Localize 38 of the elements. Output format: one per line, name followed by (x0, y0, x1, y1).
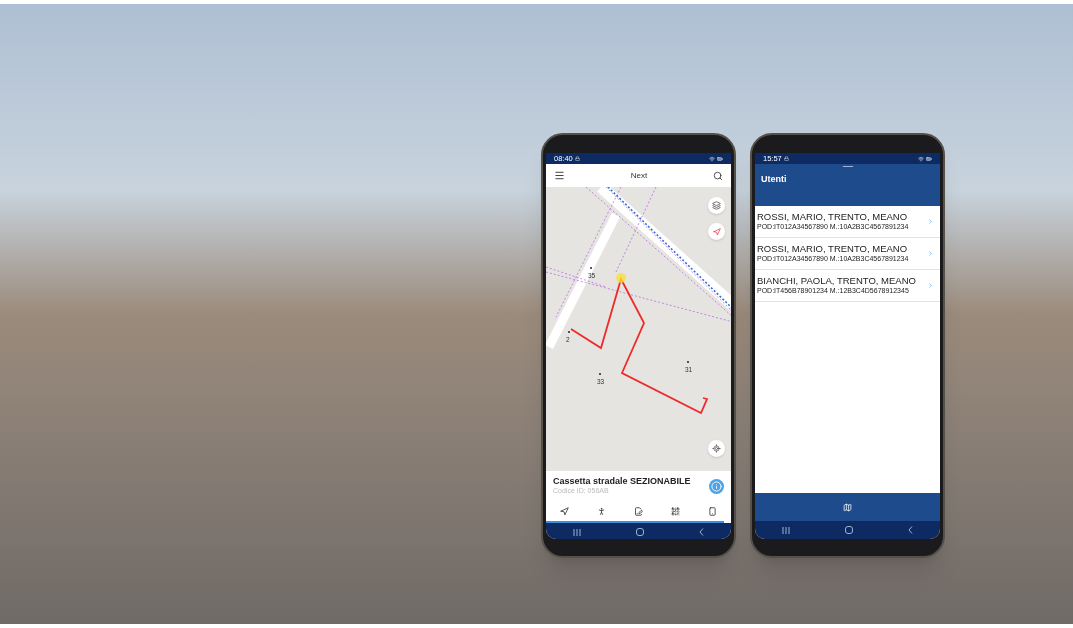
info-button[interactable] (709, 478, 724, 494)
map-icon[interactable] (843, 502, 852, 512)
home-icon[interactable] (636, 528, 644, 536)
info-icon (711, 480, 722, 492)
user-name: BIANCHI, PAOLA, TRENTO, MEANO (757, 275, 916, 288)
battery-icon (926, 155, 932, 162)
chevron-icon (927, 218, 934, 225)
user-name: ROSSI, MARIO, TRENTO, MEANO (757, 211, 909, 224)
recent-apps-icon[interactable] (573, 528, 582, 536)
chevron-icon (927, 282, 934, 289)
feature-title: Cassetta stradale SEZIONABILE (553, 476, 691, 488)
lock-icon (783, 156, 789, 161)
recent-apps-icon[interactable] (782, 526, 791, 534)
app-title: Next (630, 169, 648, 182)
compass-button[interactable] (708, 223, 725, 240)
back-icon[interactable] (698, 528, 704, 536)
locate-button[interactable] (708, 440, 725, 457)
search-icon[interactable] (713, 170, 723, 181)
battery-icon (717, 155, 723, 162)
layers-icon (712, 201, 721, 210)
menu-icon[interactable] (554, 170, 565, 181)
drag-handle-icon[interactable] (842, 166, 853, 167)
wifi-icon (709, 155, 715, 162)
layers-button[interactable] (708, 197, 725, 214)
phone-icon[interactable] (708, 506, 717, 516)
header-title: Utenti (761, 173, 788, 186)
back-icon[interactable] (907, 526, 913, 534)
person-icon[interactable] (597, 506, 606, 516)
chevron-icon (927, 250, 934, 257)
qr-code-icon[interactable] (671, 506, 680, 516)
navigation-arrow-icon[interactable] (560, 506, 569, 516)
compass-icon (712, 227, 721, 236)
edit-document-icon[interactable] (634, 506, 643, 516)
lock-icon (574, 156, 580, 161)
locate-icon (712, 444, 721, 453)
user-name: ROSSI, MARIO, TRENTO, MEANO (757, 243, 909, 256)
wifi-icon (918, 155, 924, 162)
home-icon[interactable] (845, 526, 853, 534)
